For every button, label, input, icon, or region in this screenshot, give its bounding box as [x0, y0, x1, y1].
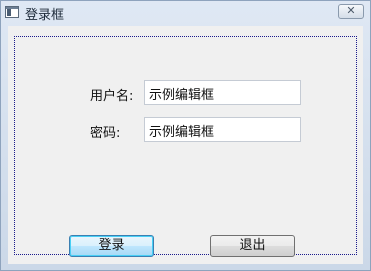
login-window: 登录框 ✕ 用户名: 示例编辑框 密码: 示例编辑框 登录 退出 — [0, 0, 371, 271]
exit-button[interactable]: 退出 — [210, 235, 295, 257]
username-label: 用户名: — [90, 89, 134, 104]
password-label: 密码: — [90, 126, 121, 141]
app-window-icon — [5, 6, 19, 18]
username-input[interactable]: 示例编辑框 — [144, 80, 301, 105]
password-input[interactable]: 示例编辑框 — [144, 117, 301, 142]
window-title: 登录框 — [25, 8, 65, 23]
close-button[interactable]: ✕ — [338, 4, 364, 19]
focus-frame — [14, 36, 357, 255]
client-area: 用户名: 示例编辑框 密码: 示例编辑框 登录 退出 — [8, 26, 363, 264]
login-button[interactable]: 登录 — [69, 235, 154, 257]
title-bar[interactable]: 登录框 ✕ — [1, 1, 370, 25]
close-icon: ✕ — [346, 4, 356, 17]
